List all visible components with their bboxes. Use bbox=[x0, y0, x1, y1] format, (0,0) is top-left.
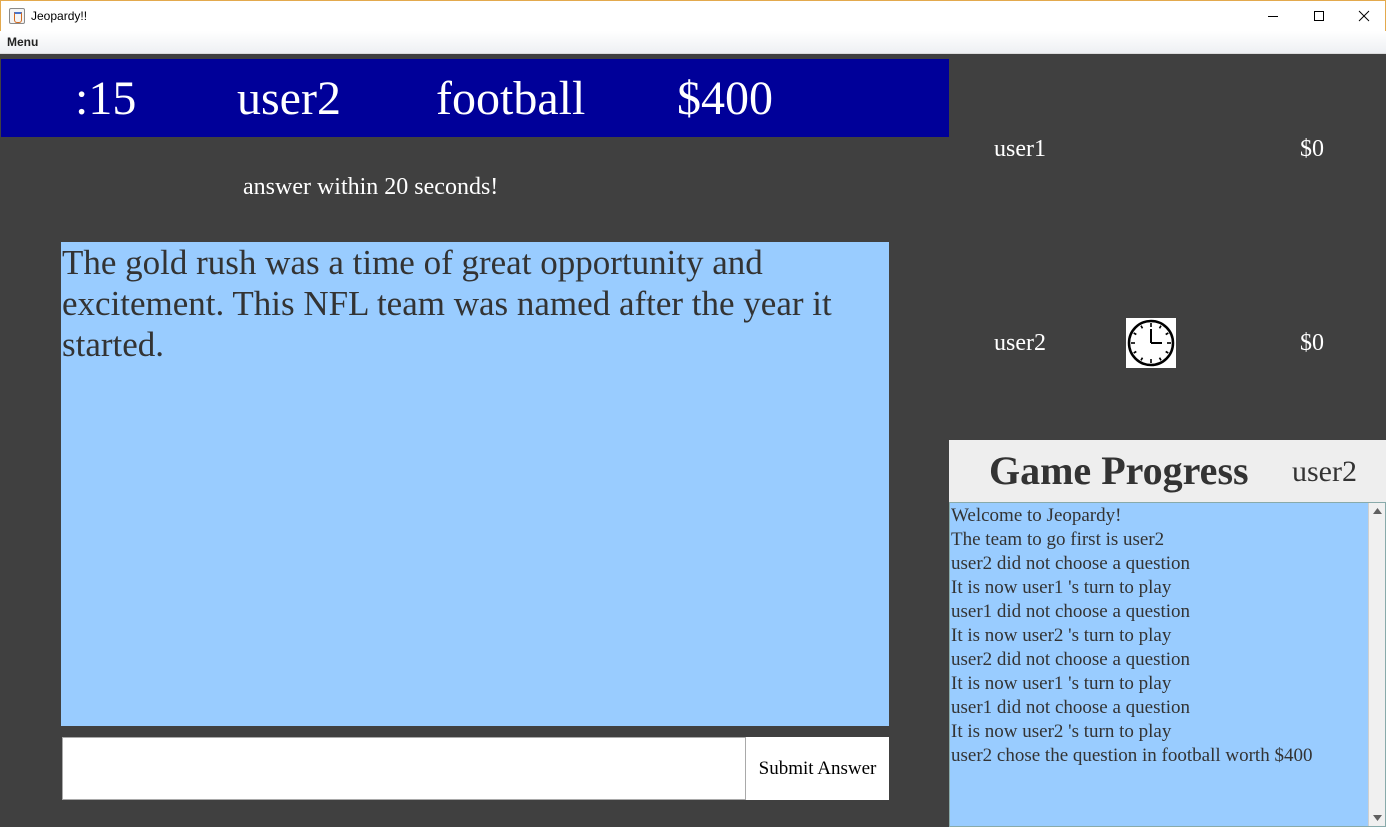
player-score-user1: $0 bbox=[1300, 136, 1324, 162]
countdown-timer: :15 bbox=[75, 72, 137, 125]
game-progress-title: Game Progress bbox=[989, 448, 1249, 493]
player-score-user2: $0 bbox=[1300, 330, 1324, 356]
log-entry: The team to go first is user2 bbox=[951, 529, 1165, 550]
player-name-user2: user2 bbox=[994, 330, 1046, 356]
log-entry: It is now user1 's turn to play bbox=[951, 577, 1172, 598]
minimize-button[interactable] bbox=[1250, 1, 1296, 31]
question-value: $400 bbox=[677, 72, 773, 125]
log-entry: user2 chose the question in football wor… bbox=[951, 745, 1313, 766]
close-button[interactable] bbox=[1341, 1, 1386, 31]
menu-bar: Menu bbox=[0, 31, 1386, 54]
arrow-up-icon bbox=[1372, 508, 1382, 514]
log-entry: user1 did not choose a question bbox=[951, 697, 1191, 718]
maximize-button[interactable] bbox=[1296, 1, 1342, 31]
current-player: user2 bbox=[237, 72, 341, 125]
log-entry: It is now user2 's turn to play bbox=[951, 721, 1172, 742]
player-name-user1: user1 bbox=[994, 136, 1046, 162]
arrow-down-icon bbox=[1372, 815, 1382, 821]
menu-item-menu[interactable]: Menu bbox=[7, 35, 38, 49]
log-scrollbar[interactable] bbox=[1368, 503, 1385, 826]
answer-instruction: answer within 20 seconds! bbox=[243, 174, 499, 200]
window-title: Jeopardy!! bbox=[31, 9, 88, 23]
java-cup-icon bbox=[9, 8, 25, 24]
question-category: football bbox=[436, 72, 586, 125]
game-log-panel[interactable]: Welcome to Jeopardy! The team to go firs… bbox=[949, 502, 1386, 827]
question-header: :15 user2 football $400 bbox=[1, 59, 949, 137]
game-progress-header: Game Progress user2 bbox=[949, 440, 1386, 502]
question-text: The gold rush was a time of great opport… bbox=[61, 242, 889, 726]
window-title-bar: Jeopardy!! bbox=[0, 0, 1386, 31]
maximize-icon bbox=[1314, 11, 1324, 21]
scroll-up-button[interactable] bbox=[1369, 503, 1385, 519]
close-icon bbox=[1358, 10, 1370, 22]
log-entry: user2 did not choose a question bbox=[951, 553, 1191, 574]
log-entry: user2 did not choose a question bbox=[951, 649, 1191, 670]
minimize-icon bbox=[1268, 16, 1278, 17]
log-entry: user1 did not choose a question bbox=[951, 601, 1191, 622]
log-entry: Welcome to Jeopardy! bbox=[951, 505, 1122, 526]
submit-answer-button[interactable]: Submit Answer bbox=[746, 737, 889, 800]
game-log-list: Welcome to Jeopardy! The team to go firs… bbox=[951, 504, 1369, 768]
answer-input[interactable] bbox=[62, 737, 746, 800]
log-entry: It is now user2 's turn to play bbox=[951, 625, 1172, 646]
scroll-down-button[interactable] bbox=[1369, 810, 1385, 826]
clock-icon bbox=[1126, 318, 1176, 368]
game-progress-current-user: user2 bbox=[1292, 455, 1357, 488]
log-entry: It is now user1 's turn to play bbox=[951, 673, 1172, 694]
